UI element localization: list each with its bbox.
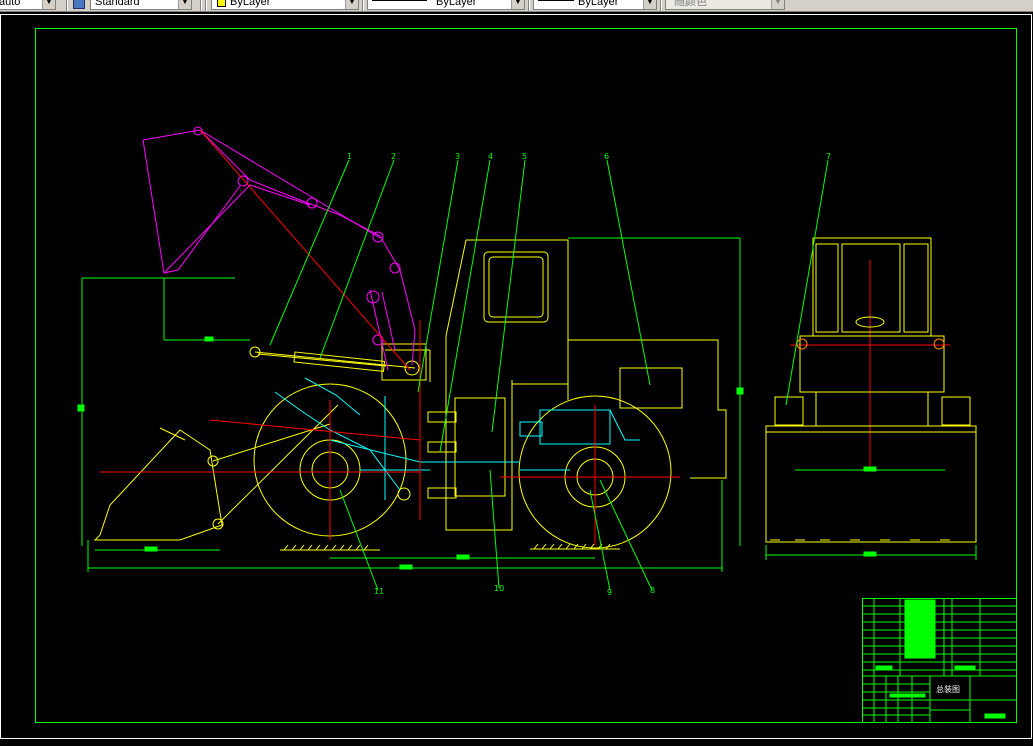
- chevron-down-icon[interactable]: ▼: [643, 0, 656, 9]
- properties-toolbar: auto ▼ Standard ▼ ByLayer ▼ ByLayer ▼ By…: [0, 0, 1033, 12]
- toolbar-separator: [660, 0, 662, 11]
- color-swatch: [217, 0, 226, 7]
- color-dropdown[interactable]: ByLayer ▼: [211, 0, 359, 10]
- chevron-down-icon[interactable]: ▼: [42, 0, 55, 9]
- dimension-lines: [77, 237, 977, 572]
- toolbar-separator: [200, 0, 202, 11]
- textstyle-value: Standard: [95, 0, 140, 8]
- plotstyle-value: 随颜色: [674, 0, 707, 8]
- callout-10: 10: [494, 584, 504, 593]
- toolbar-separator: [205, 0, 207, 11]
- cad-drawing: 1 2 3 4 5 6 7 8 9 10 11 总装图: [0, 14, 1032, 739]
- title-block: [862, 598, 1017, 723]
- callout-1: 1: [347, 152, 352, 161]
- chevron-down-icon[interactable]: ▼: [511, 0, 524, 9]
- text-style-icon[interactable]: [73, 0, 85, 9]
- callout-3: 3: [455, 152, 460, 161]
- toolbar-separator: [362, 0, 364, 11]
- dimstyle-value: auto: [0, 0, 21, 8]
- color-value: ByLayer: [230, 0, 271, 8]
- linetype-dropdown[interactable]: ByLayer ▼: [367, 0, 525, 10]
- callout-7: 7: [826, 152, 831, 161]
- raised-boom: [142, 126, 416, 371]
- linetype-preview: [372, 0, 427, 1]
- callout-leaders: [269, 159, 829, 591]
- lineweight-dropdown[interactable]: ByLayer ▼: [533, 0, 657, 10]
- chevron-down-icon[interactable]: ▼: [771, 0, 784, 9]
- toolbar-separator: [528, 0, 530, 11]
- textstyle-dropdown[interactable]: Standard ▼: [90, 0, 192, 10]
- lineweight-preview: [538, 0, 574, 1]
- drawing-canvas[interactable]: 1 2 3 4 5 6 7 8 9 10 11 总装图: [0, 12, 1033, 741]
- front-view: [765, 237, 977, 543]
- dimstyle-dropdown[interactable]: auto ▼: [0, 0, 56, 10]
- plotstyle-dropdown[interactable]: 随颜色 ▼: [665, 0, 785, 10]
- callout-9: 9: [607, 588, 612, 597]
- callout-2: 2: [391, 152, 396, 161]
- callout-4: 4: [488, 152, 493, 161]
- callout-6: 6: [604, 152, 609, 161]
- lineweight-value: ByLayer: [578, 0, 619, 8]
- toolbar-separator: [66, 0, 68, 11]
- chevron-down-icon[interactable]: ▼: [345, 0, 358, 9]
- drawing-title: 总装图: [936, 684, 960, 694]
- callout-11: 11: [374, 587, 384, 596]
- ground-hatch: [280, 543, 620, 551]
- chevron-down-icon[interactable]: ▼: [178, 0, 191, 9]
- linetype-value: ByLayer: [436, 0, 477, 8]
- callout-8: 8: [650, 586, 655, 595]
- callout-5: 5: [522, 152, 527, 161]
